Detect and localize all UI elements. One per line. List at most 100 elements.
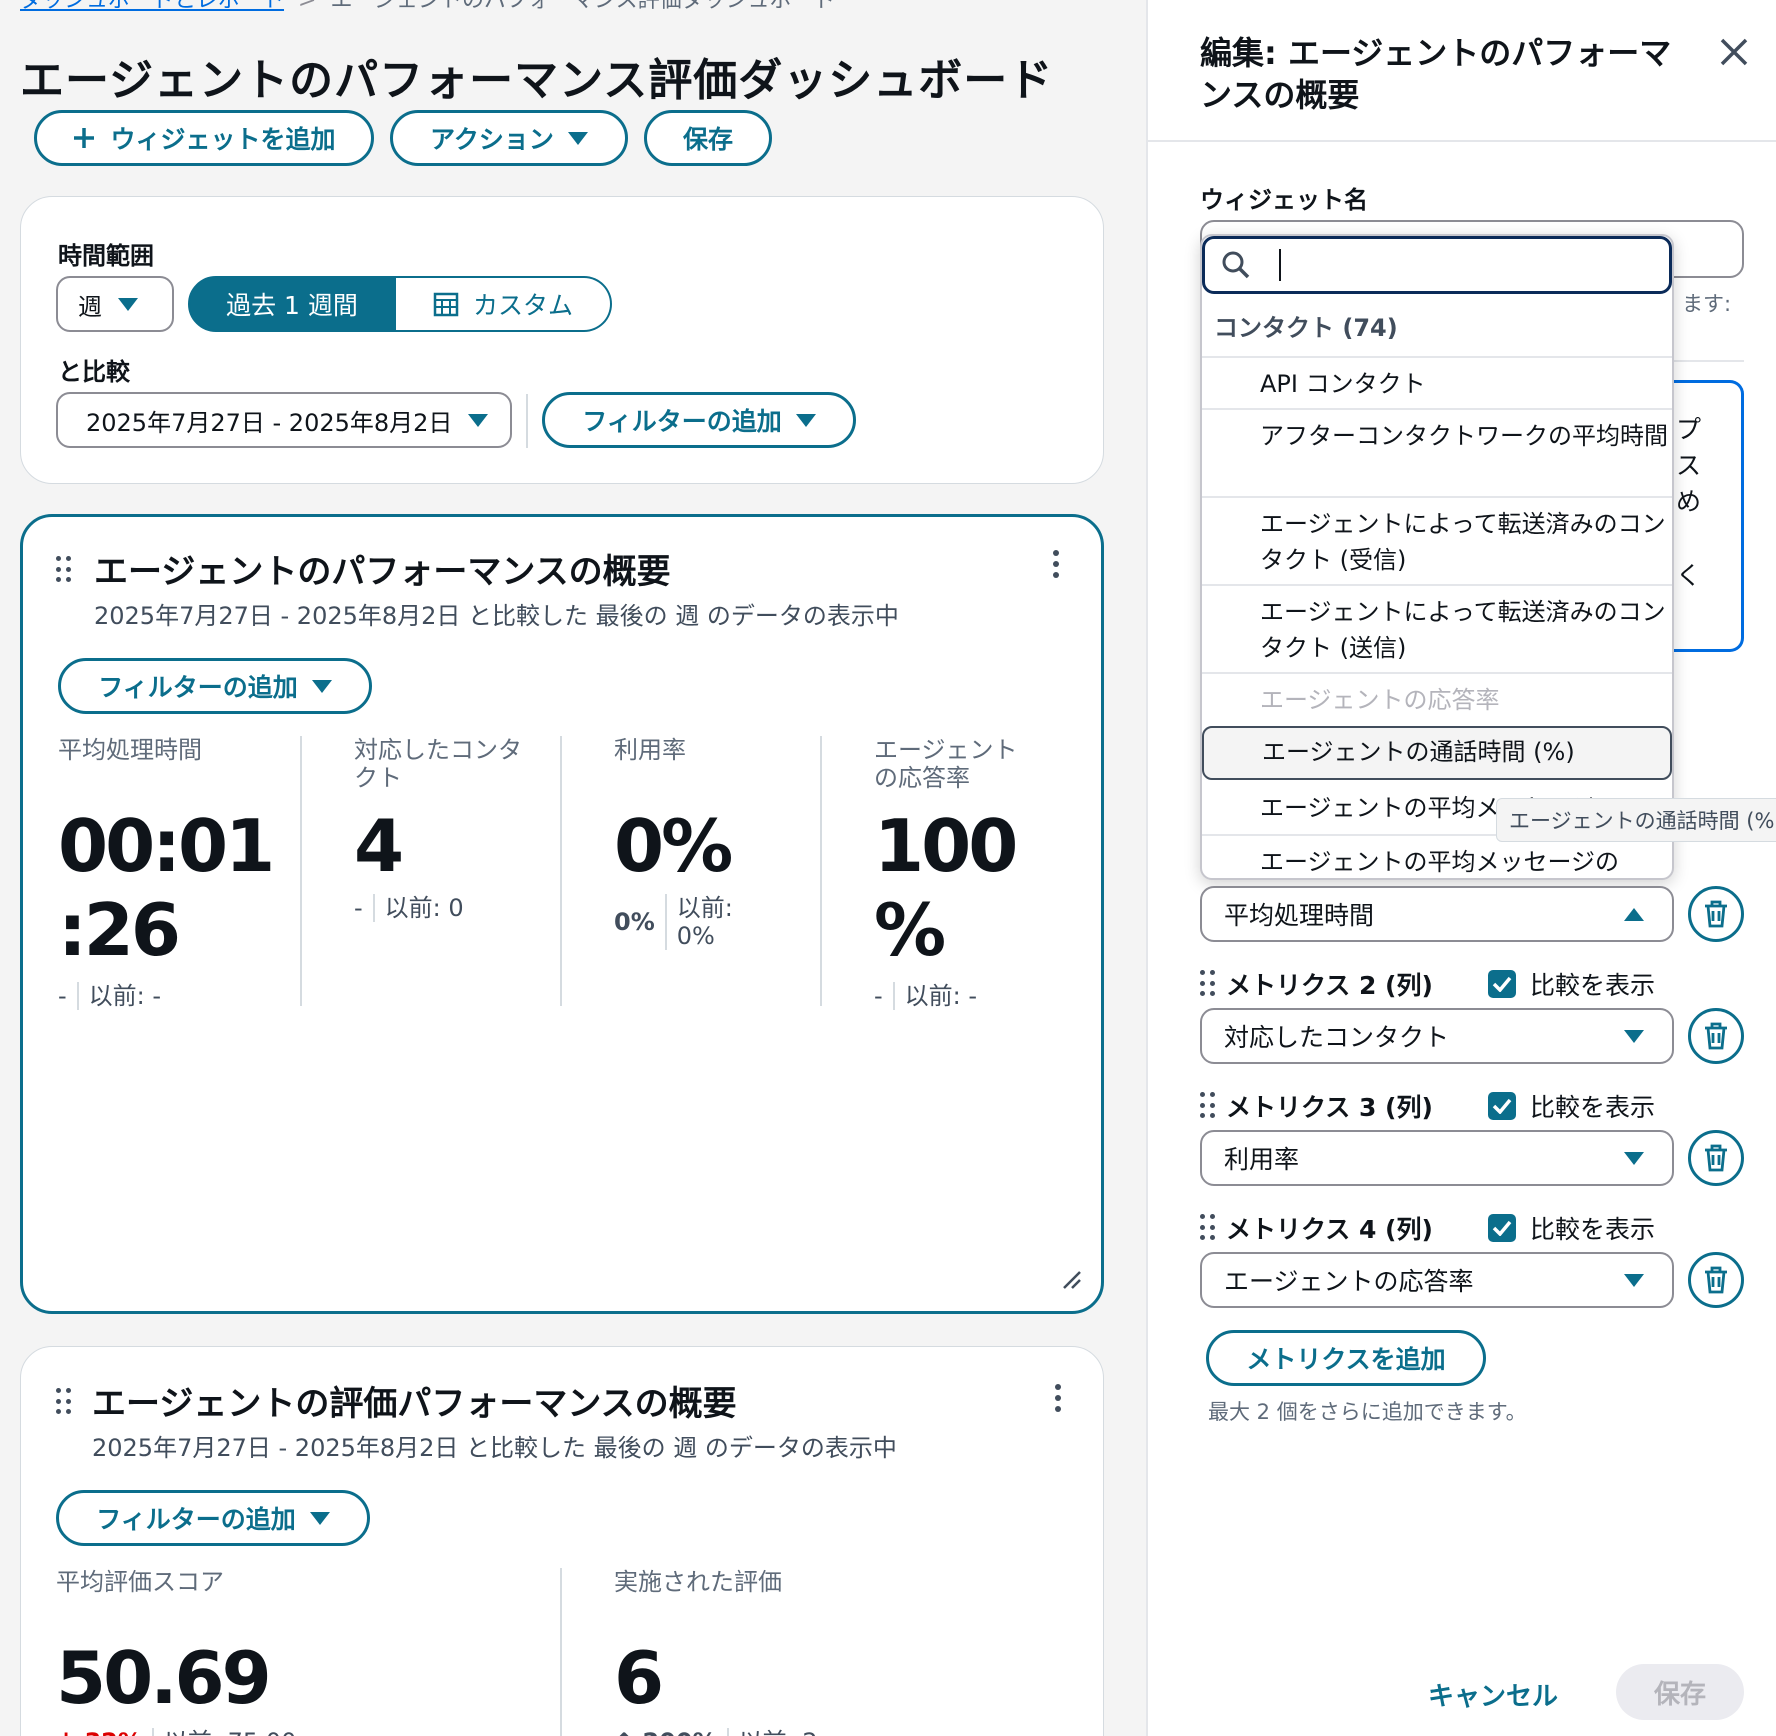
delete-metric-2-button[interactable] [1688,1008,1744,1064]
checkbox-checked-icon[interactable] [1488,970,1516,998]
drag-handle-icon[interactable] [1200,1214,1216,1242]
panel-title: 編集: エージェントのパフォーマンスの概要 [1200,34,1672,114]
breadcrumb-parent-link[interactable]: ダッシュボードとレポート [20,0,284,13]
caret-down-icon [1624,1151,1644,1165]
metric-avg-handle-time: 平均処理時間 00:01 :26 - 以前: - [58,736,288,1010]
trash-icon [1705,1022,1727,1050]
add-widget-button[interactable]: ウィジェットを追加 [34,110,374,166]
hidden-hint-text: ます: [1682,292,1732,316]
add-filter-button[interactable]: フィルターの追加 [542,392,856,448]
metric-2-select[interactable]: 対応したコンタクト [1200,1008,1674,1064]
show-compare-label: 比較を表示 [1530,1215,1656,1244]
caret-down-icon [1624,1273,1644,1287]
breadcrumb-separator: > [298,0,317,13]
metric-value-cont: % [874,888,946,972]
dashboard-main: ダッシュボードとレポート > エージェントのパフォーマンス評価ダッシュボード エージ… [0,0,1146,1736]
compare-range-value: 2025年7月27日 - 2025年8月2日 [86,408,453,437]
dropdown-option[interactable]: エージェントによって転送済みのコンタクト (受信) [1202,496,1672,584]
metric-label: エージェントの応答率 [874,736,1018,792]
widget-add-filter-button[interactable]: フィルターの追加 [56,1490,370,1546]
drag-handle-icon[interactable] [1200,970,1216,998]
metric-3-header: メトリクス 3 (列) [1200,1088,1433,1124]
widget-title: エージェントの評価パフォーマンスの概要 [92,1384,737,1424]
period-value: 週 [78,292,102,321]
metric-label: 利用率 [614,736,686,764]
add-metric-button[interactable]: メトリクスを追加 [1206,1330,1486,1386]
add-filter-label: フィルターの追加 [98,673,298,702]
save-button[interactable]: 保存 [644,110,772,166]
metric-value-cont: :26 [58,888,181,972]
checkbox-checked-icon[interactable] [1488,1092,1516,1120]
more-options-icon[interactable] [1052,550,1060,578]
filter-divider [526,394,528,448]
metric-previous: 以前: 0% [676,894,733,950]
info-text: プ [1676,415,1702,444]
metric-3-show-compare[interactable]: 比較を表示 [1488,1088,1655,1124]
panel-divider [1148,140,1776,142]
period-select[interactable]: 週 [56,276,174,332]
dropdown-option[interactable]: API コンタクト [1202,356,1672,408]
actions-button[interactable]: アクション [390,110,628,166]
widget-name-label: ウィジェット名 [1200,186,1368,214]
dropdown-option[interactable]: エージェントによって転送済みのコンタクト (送信) [1202,584,1672,672]
metric-2-show-compare[interactable]: 比較を表示 [1488,966,1655,1002]
metric-2-header: メトリクス 2 (列) [1200,966,1433,1002]
metric-label: 平均評価スコア [56,1568,224,1596]
metric-divider [820,736,822,1006]
metric-label: 実施された評価 [614,1568,782,1596]
metric-previous: 以前: - [904,982,978,1010]
drag-handle-icon[interactable] [1200,1092,1216,1120]
delete-metric-3-button[interactable] [1688,1130,1744,1186]
metric-comparison: ↑ 200% 以前: 2 [614,1728,1054,1736]
breadcrumb-current: エージェントのパフォーマンス評価ダッシュボード [330,0,836,13]
text-cursor [1279,249,1281,281]
drag-handle-icon[interactable] [56,1388,72,1416]
metric-comparison: ↓ 32% 以前: 75.00 [56,1728,496,1736]
metric-value: 00:01 [58,804,275,888]
add-filter-label: フィルターの追加 [96,1505,296,1534]
metric-previous: 以前: - [88,982,162,1010]
metric-1-value: 平均処理時間 [1224,901,1375,930]
delete-metric-4-button[interactable] [1688,1252,1744,1308]
metric-previous: 以前: 2 [739,1728,818,1736]
dropdown-option[interactable]: アフターコンタクトワークの平均時間 [1202,408,1672,496]
metric-4-select[interactable]: エージェントの応答率 [1200,1252,1674,1308]
add-metric-hint: 最大 2 個をさらに追加できます。 [1208,1400,1527,1424]
delete-metric-1-button[interactable] [1688,886,1744,942]
metric-3-label: メトリクス 3 (列) [1226,1093,1433,1122]
dropdown-option-highlighted[interactable]: エージェントの通話時間 (%) [1202,726,1672,780]
add-filter-label: フィルターの追加 [582,407,782,436]
widget-add-filter-button[interactable]: フィルターの追加 [58,658,372,714]
plus-icon [74,128,95,148]
metric-previous: 以前: 0 [384,894,464,922]
add-widget-label: ウィジェットを追加 [110,125,336,154]
close-icon[interactable] [1718,36,1750,68]
compare-label: と比較 [58,358,130,386]
resize-handle-icon[interactable] [1060,1268,1082,1290]
metric-dropdown-list: コンタクト (74) API コンタクト アフターコンタクトワークの平均時間 エ… [1200,234,1674,880]
metric-comparison: - 以前: - [874,982,1034,1010]
metric-evaluations-performed: 実施された評価 6 ↑ 200% 以前: 2 [614,1568,1054,1736]
more-options-icon[interactable] [1054,1384,1062,1412]
metric-delta: - [874,982,883,1010]
metric-4-value: エージェントの応答率 [1224,1267,1474,1296]
metric-delta: - [58,982,67,1010]
last-week-option[interactable]: 過去 1 週間 [188,276,396,332]
show-compare-label: 比較を表示 [1530,971,1656,1000]
metric-4-show-compare[interactable]: 比較を表示 [1488,1210,1655,1246]
metric-value: 6 [614,1636,664,1720]
metric-agent-answer-rate: エージェントの応答率 100 % - 以前: - [874,736,1034,1010]
checkbox-checked-icon[interactable] [1488,1214,1516,1242]
drag-handle-icon[interactable] [56,556,72,584]
custom-label: カスタム [472,291,573,320]
metric-3-select[interactable]: 利用率 [1200,1130,1674,1186]
caret-down-icon [309,1511,330,1525]
metric-1-select[interactable]: 平均処理時間 [1200,886,1674,942]
dropdown-search-input[interactable] [1202,236,1672,294]
cancel-button[interactable]: キャンセル [1428,1676,1558,1713]
caret-down-icon [1624,1029,1644,1043]
metric-delta: ↑ 200% [614,1728,717,1736]
compare-range-select[interactable]: 2025年7月27日 - 2025年8月2日 [56,392,512,448]
metric-delta: - [354,894,363,922]
custom-option[interactable]: カスタム [396,276,612,332]
